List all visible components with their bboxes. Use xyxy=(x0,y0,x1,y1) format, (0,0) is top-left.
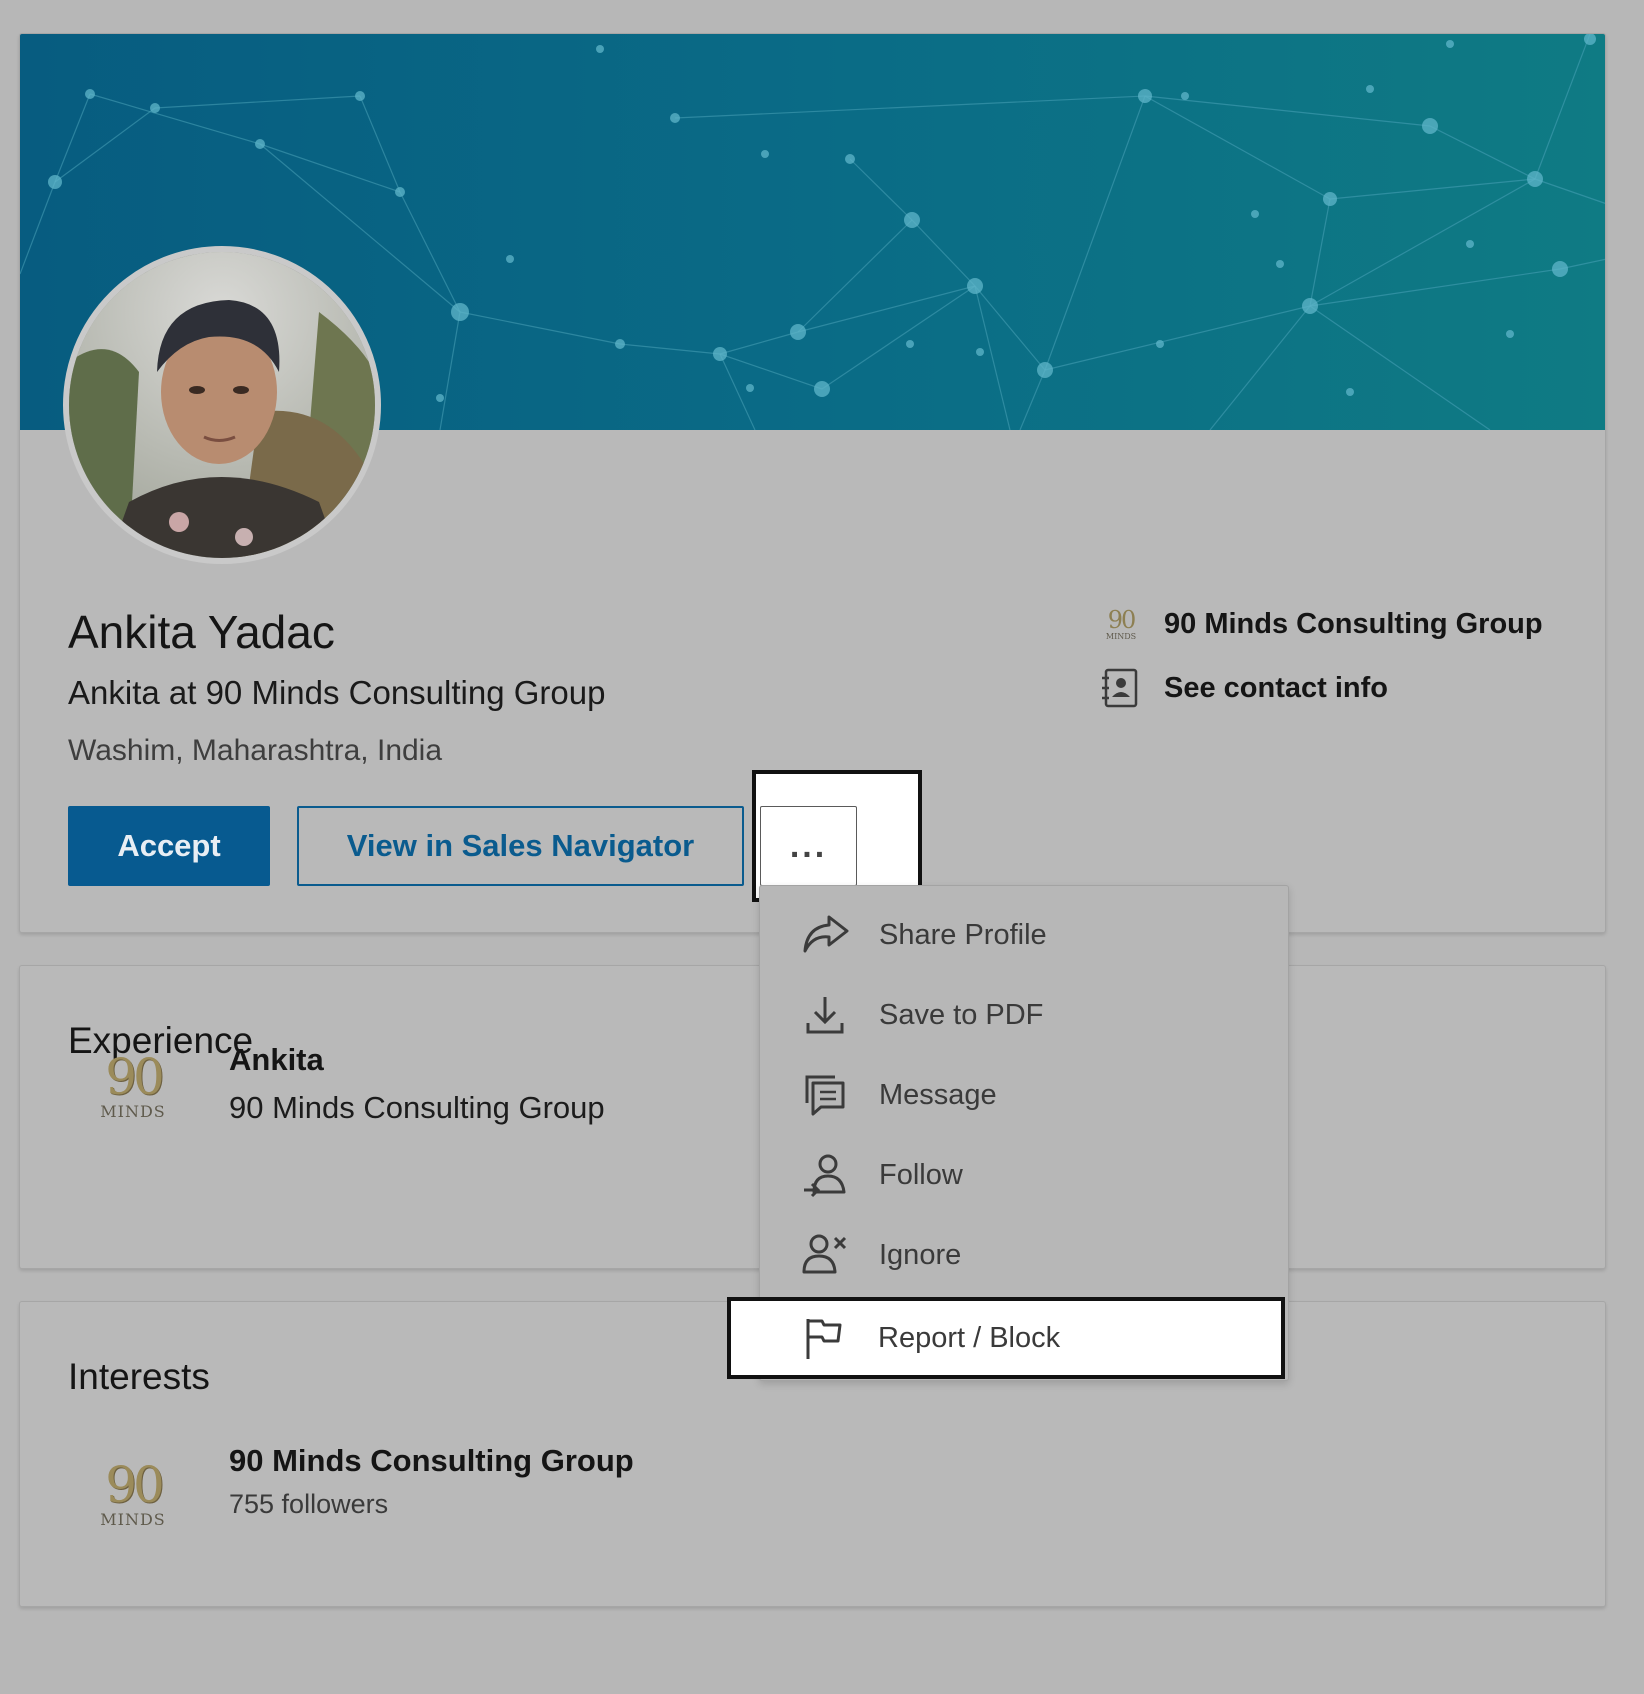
interest-logo-numerals: 90 xyxy=(105,1455,165,1514)
menu-item-label: Follow xyxy=(879,1158,963,1191)
experience-logo-numerals: 90 xyxy=(105,1047,165,1106)
view-in-sales-navigator-button[interactable]: View in Sales Navigator xyxy=(297,806,744,886)
profile-name: Ankita Yadac xyxy=(68,606,335,658)
menu-item-report-block[interactable]: Report / Block xyxy=(731,1301,1281,1375)
interest-company-logo[interactable]: 90 MINDS xyxy=(77,1442,189,1546)
menu-item-label: Save to PDF xyxy=(879,998,1044,1031)
experience-company-logo[interactable]: 90 MINDS xyxy=(77,1034,189,1138)
menu-item-label: Message xyxy=(879,1078,997,1111)
share-icon xyxy=(800,910,850,960)
experience-role: Ankita xyxy=(229,1042,324,1077)
menu-item-label: Report / Block xyxy=(878,1321,1061,1354)
current-company-label: 90 Minds Consulting Group xyxy=(1164,607,1543,640)
message-icon xyxy=(800,1070,850,1120)
menu-item-label: Share Profile xyxy=(879,918,1047,951)
interest-logo-word: MINDS xyxy=(100,1509,166,1529)
more-actions-button[interactable]: ... xyxy=(760,806,857,886)
experience-company[interactable]: 90 Minds Consulting Group xyxy=(229,1090,605,1126)
menu-item-save-to-pdf[interactable]: Save to PDF xyxy=(760,975,1288,1055)
experience-logo-word: MINDS xyxy=(100,1101,166,1121)
profile-avatar[interactable] xyxy=(63,246,381,564)
interests-title: Interests xyxy=(68,1356,210,1397)
avatar-photo xyxy=(69,252,375,558)
accept-button[interactable]: Accept xyxy=(68,806,270,886)
ignore-icon xyxy=(800,1230,850,1280)
menu-item-message[interactable]: Message xyxy=(760,1055,1288,1135)
profile-location: Washim, Maharashtra, India xyxy=(68,734,443,767)
contact-book-icon xyxy=(1102,668,1138,708)
interest-followers: 755 followers xyxy=(229,1489,389,1519)
company-logo-icon: 90 MINDS xyxy=(1100,604,1142,644)
menu-item-label: Ignore xyxy=(879,1238,962,1271)
follow-icon xyxy=(800,1150,850,1200)
download-icon xyxy=(800,990,850,1040)
current-company-link[interactable]: 90 MINDS 90 Minds Consulting Group xyxy=(1100,604,1543,644)
contact-info-link[interactable]: See contact info xyxy=(1100,667,1388,709)
menu-item-ignore[interactable]: Ignore xyxy=(760,1215,1288,1295)
interest-name[interactable]: 90 Minds Consulting Group xyxy=(229,1443,634,1479)
company-logo-numerals: 90 xyxy=(1107,605,1137,634)
company-logo-word: MINDS xyxy=(1105,631,1137,641)
contact-info-label: See contact info xyxy=(1164,671,1388,704)
menu-item-follow[interactable]: Follow xyxy=(760,1135,1288,1215)
flag-icon xyxy=(799,1313,849,1363)
menu-item-share-profile[interactable]: Share Profile xyxy=(760,895,1288,975)
profile-headline: Ankita at 90 Minds Consulting Group xyxy=(68,674,606,711)
